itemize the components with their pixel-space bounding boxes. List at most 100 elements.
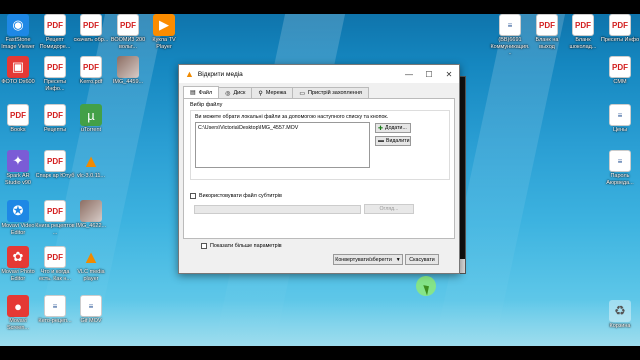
button-label: Конвертувати/зберегти [335,256,392,263]
desktop-icon-label: FastStone Image Viewer [1,37,35,50]
desktop-icon-label: Gif MOV [80,318,102,324]
desktop-icon[interactable]: PDF Книга рецептов ... [35,200,75,236]
desktop-icon[interactable]: PDF CMM [600,56,640,86]
file-list[interactable]: C:\Users\Victoria\Desktop\IMG_4557.MOV [195,122,370,168]
desktop-icon-label: uTorrent [80,127,102,133]
desktop-icon[interactable]: ✦ Spark AR Studio v90 [0,150,38,186]
pdf-icon: PDF [117,14,139,36]
movavi-icon: ✪ [7,200,29,222]
folder-icon: PDF [7,104,29,126]
list-item[interactable]: C:\Users\Victoria\Desktop\IMG_4557.MOV [198,125,367,131]
desktop-icon[interactable]: PDF Бланк шоколад... [563,14,603,50]
pdf-icon: PDF [572,14,594,36]
recycle-bin-icon: ♻ [609,300,631,322]
desktop-icon-label: Цены [612,127,628,133]
desktop-icon[interactable]: ✿ Movavi Photo Editor [0,246,38,282]
desktop-icon-label: Бланк шоколад... [569,37,597,50]
desktop-icon[interactable]: PDF Пресеты Инфо... [35,56,75,92]
desktop-icon[interactable]: IMG_4622... [71,200,111,230]
desktop-icon[interactable]: ≡ Пароль Аюрведа... [600,150,640,186]
show-more-options-row[interactable]: Показати більше параметрів [201,243,282,249]
pdf-icon: PDF [44,246,66,268]
pdf-icon: PDF [44,56,66,78]
desktop-icon-label: CMM [613,79,627,85]
desktop-icon[interactable]: ♻ Корзина [600,300,640,330]
vlc-icon: ▲ [82,150,100,171]
desktop-icon-label: Спарк ар Ютуб [35,173,75,179]
doc-icon: ≡ [609,150,631,172]
pdf-icon: PDF [44,104,66,126]
disc-icon: ◎ [225,90,231,97]
desktop-icon[interactable]: ≡ (ВВ)6691 Коммуникация... [490,14,530,57]
desktop-icon[interactable]: PDF Что и когда есть. Как н... [35,246,75,282]
photo-icon: ▣ [7,56,29,78]
desktop-icon[interactable]: ≡ Gif MOV [71,295,111,325]
tab-file[interactable]: ▤ Файл [183,86,220,98]
tab-label: Диск [233,90,246,96]
chevron-down-icon[interactable]: ▼ [396,257,401,263]
desktop-icon-label: Книга рецептов ... [35,223,75,236]
desktop-icon[interactable]: PDF Пресеты Инфо [600,14,640,44]
desktop-icon-label: ВООМИ3 200 вольт... [110,37,146,50]
pdf-icon: PDF [80,56,102,78]
desktop-icon[interactable]: ≡ Цены [600,104,640,134]
tab-capture-device[interactable]: ▭ Пристрій захоплення [292,87,369,98]
desktop-icon[interactable]: ✪ Movavi Video Editor [0,200,38,236]
desktop-icon[interactable]: ▣ ФОТО Dx600 [0,56,38,86]
desktop-icon[interactable]: ● Movavi Screen... [0,295,38,331]
tab-network[interactable]: ⚲ Мережа [251,87,294,98]
desktop-icon[interactable]: PDF ВООМИ3 200 вольт... [108,14,148,50]
open-media-dialog: ▲ Відкрити медіа — ☐ ✕ ▤ Файл ◎ Диск ⚲ М… [178,64,460,274]
desktop-icon[interactable]: PDF Спарк ар Ютуб [35,150,75,180]
desktop-icon[interactable]: IMG_4459... [108,56,148,86]
desktop-icon-label: IMG_4622... [75,223,107,229]
desktop-icon-label: Рецепты [43,127,67,133]
utorrent-icon: µ [80,104,102,126]
desktop-icon-label: Books [10,127,26,133]
fox-icon: ▶ [153,14,175,36]
desktop-icon-label: Kerro.pdf [79,79,103,85]
desktop-icon-label: ФОТО Dx600 [1,79,35,85]
desktop-icon[interactable]: PDF скачать обр... [71,14,111,44]
faststone-icon: ◉ [7,14,29,36]
desktop-icon[interactable]: PDF Рецепт Помидоре... [35,14,75,50]
desktop-icon[interactable]: PDF Рецепты [35,104,75,134]
desktop-icon[interactable]: ◉ FastStone Image Viewer [0,14,38,50]
desktop-screen: ◉ FastStone Image Viewer PDF Рецепт Помидор… [0,0,640,360]
desktop-icon[interactable]: ≡ Кето-рецеп... [35,295,75,325]
remove-file-button[interactable]: ▬ Видалити [375,136,411,146]
desktop-icon[interactable]: µ uTorrent [71,104,111,134]
subtitle-label: Використовувати файл субтитрів [199,193,282,199]
desktop-icon[interactable]: PDF Books [0,104,38,134]
desktop-icon[interactable]: PDF Kerro.pdf [71,56,111,86]
desktop-icon[interactable]: ▶ Кукла TV Player [144,14,184,50]
tab-disc[interactable]: ◎ Диск [218,87,253,98]
desktop-icon[interactable]: ▲ vlc-3.0.11... [71,150,111,180]
cancel-button[interactable]: Скасувати [405,254,439,265]
letterbox-top [0,0,640,14]
pdf-icon: PDF [609,56,631,78]
maximize-icon[interactable]: ☐ [419,70,439,79]
minimize-icon[interactable]: — [399,70,419,79]
close-icon[interactable]: ✕ [439,70,459,79]
dialog-titlebar[interactable]: ▲ Відкрити медіа — ☐ ✕ [179,65,459,83]
desktop-icon[interactable]: ▲ VLC media player [71,246,111,282]
subtitle-checkbox-row[interactable]: Використовувати файл субтитрів [190,193,282,199]
file-tab-panel: Вибір файлу Ви можете обрати локальні фа… [183,98,455,239]
desktop-icon[interactable]: PDF Бланк на выход [527,14,567,50]
pdf-icon: PDF [44,200,66,222]
show-more-label: Показати більше параметрів [210,243,282,249]
movavi-photo-icon: ✿ [7,246,29,268]
show-more-checkbox[interactable] [201,243,207,249]
desktop-icon-label: (ВВ)6691 Коммуникация... [490,37,530,56]
subtitle-checkbox[interactable] [190,193,196,199]
convert-save-button[interactable]: Конвертувати/зберегти ▼ [333,254,403,265]
subtitle-path-field [194,205,361,214]
button-label: Видалити [386,138,410,144]
desktop-icon-label: Пресеты Инфо [600,37,640,43]
add-file-button[interactable]: ✚ Додати... [375,123,411,133]
desktop-icon-label: vlc-3.0.11... [76,173,106,179]
movavi-screen-icon: ● [7,295,29,317]
desktop-icon-label: IMG_4459... [112,79,144,85]
desktop-icon-label: VLC media player [77,269,105,282]
